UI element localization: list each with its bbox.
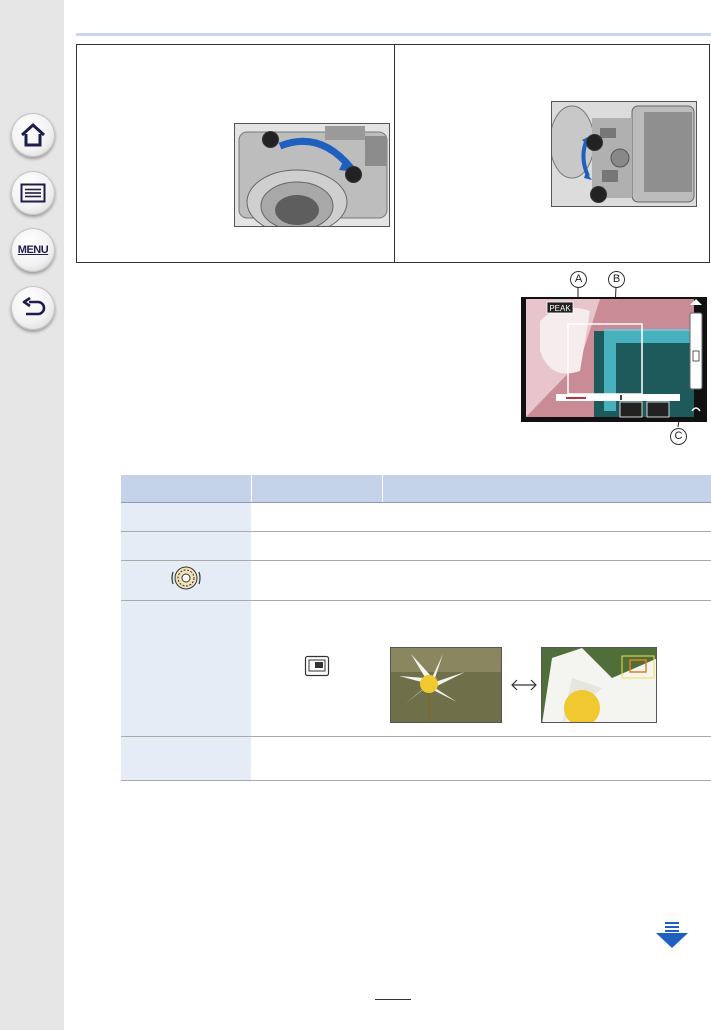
table-cell xyxy=(251,736,383,781)
table-cell xyxy=(251,600,383,737)
header-cell xyxy=(382,475,711,503)
lcd-screen: PEAK xyxy=(521,286,707,428)
list-icon xyxy=(20,183,46,203)
table-cell xyxy=(121,531,252,561)
menu-label: MENU xyxy=(17,244,49,256)
table-cell xyxy=(382,560,711,601)
table-cell xyxy=(251,560,383,601)
table-row xyxy=(121,736,711,781)
table-cell xyxy=(121,736,252,781)
picture-in-picture-icon xyxy=(304,655,330,677)
page-number-rule xyxy=(375,999,411,1000)
callout-1 xyxy=(262,131,279,148)
return-arrow-icon xyxy=(22,297,46,316)
table-cell xyxy=(121,560,252,601)
back-button[interactable] xyxy=(11,286,55,330)
next-page-button[interactable] xyxy=(654,921,690,949)
table-cell xyxy=(382,736,711,781)
illustration-box xyxy=(76,44,710,263)
flower-magnified-image xyxy=(541,647,657,723)
header-cell xyxy=(251,475,383,503)
callout-2 xyxy=(590,186,607,203)
table-cell xyxy=(382,600,711,737)
flower-normal-image xyxy=(390,647,502,723)
menu-button[interactable]: MENU xyxy=(11,228,55,272)
svg-text:PEAK: PEAK xyxy=(549,304,571,313)
table-row xyxy=(121,531,711,561)
operation-table xyxy=(121,475,711,781)
table-row xyxy=(121,560,711,601)
callout-1 xyxy=(586,134,603,151)
comparison-images xyxy=(383,601,711,736)
table-row xyxy=(121,600,711,737)
header-cell xyxy=(121,475,252,503)
contents-button[interactable] xyxy=(11,171,55,215)
table-header-row xyxy=(121,475,711,503)
screen-figure: A B C PEAK xyxy=(520,271,710,451)
next-page-arrow-icon xyxy=(656,922,688,948)
table-cell xyxy=(121,502,252,532)
home-button[interactable] xyxy=(11,113,55,157)
control-dial-icon xyxy=(171,566,201,590)
table-cell xyxy=(251,502,383,532)
callout-2 xyxy=(345,166,362,183)
table-row xyxy=(121,502,711,532)
table-cell xyxy=(121,600,252,737)
sidebar: MENU xyxy=(0,0,64,1030)
lens-ring-illustration xyxy=(234,123,390,227)
illustration-divider xyxy=(394,45,395,262)
double-arrow-icon xyxy=(511,679,537,691)
home-icon xyxy=(20,123,46,147)
table-cell xyxy=(251,531,383,561)
side-lever-illustration xyxy=(551,101,697,207)
table-cell xyxy=(382,502,711,532)
header-rule xyxy=(76,33,711,36)
table-cell xyxy=(382,531,711,561)
